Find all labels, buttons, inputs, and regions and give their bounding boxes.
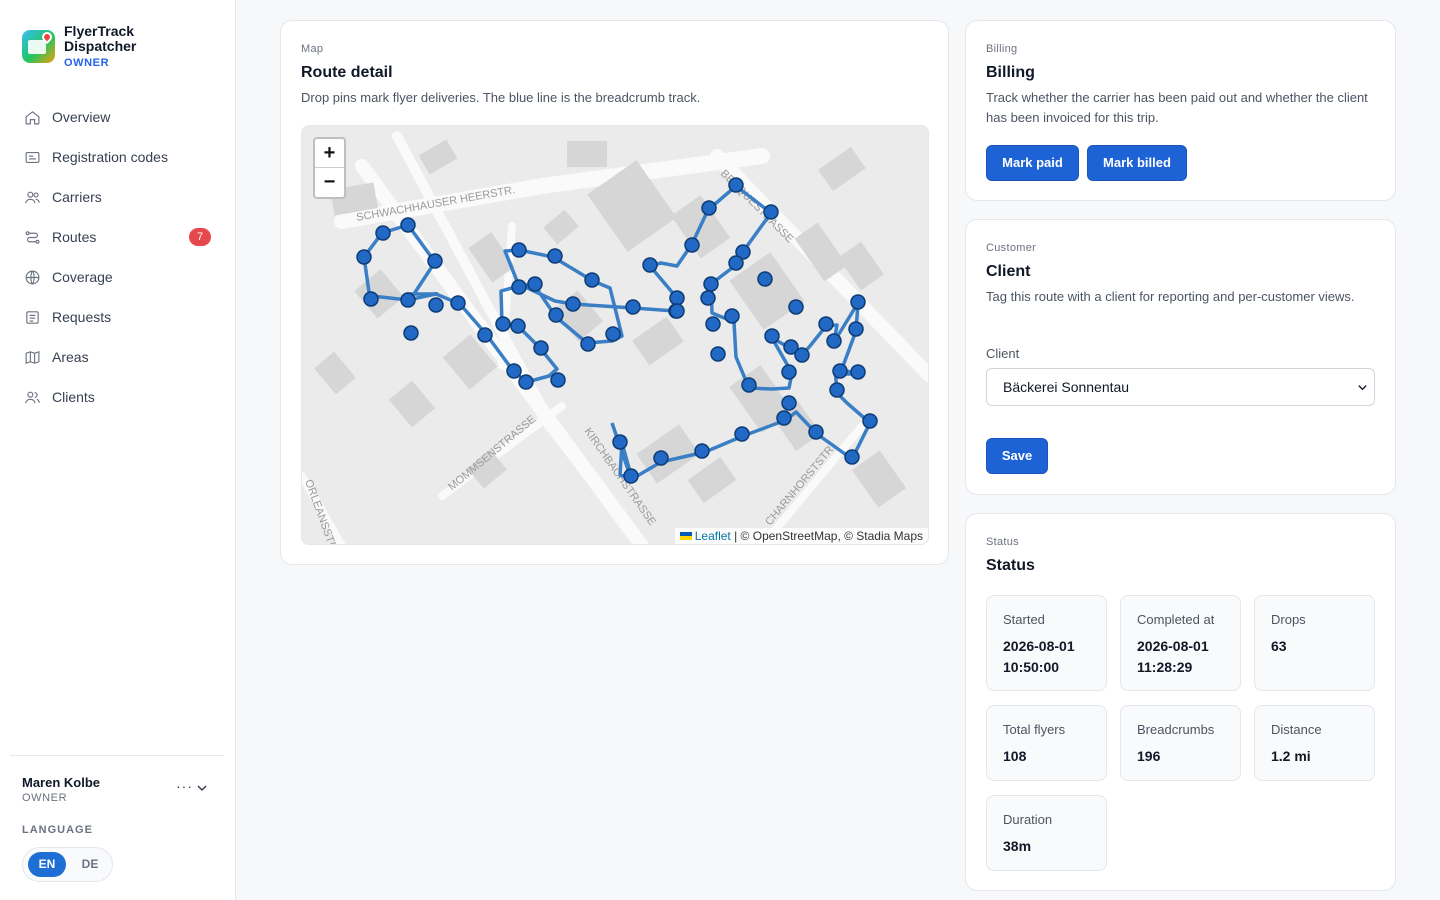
map-icon	[25, 350, 40, 364]
document-icon	[26, 310, 39, 324]
stat-value: 196	[1137, 748, 1161, 764]
client-select-value: Bäckerei Sonnentau	[1003, 379, 1130, 395]
sidebar-item-label: Registration codes	[52, 149, 168, 165]
sidebar-item-label: Coverage	[52, 269, 113, 285]
zoom-out-button[interactable]: −	[315, 168, 344, 197]
map-attribution: Leaflet | © OpenStreetMap, © Stadia Maps	[674, 528, 928, 544]
sidebar-item-requests[interactable]: Requests	[12, 297, 224, 337]
sidebar-item-clients[interactable]: Clients	[12, 377, 224, 417]
sidebar-item-label: Overview	[52, 109, 111, 125]
zoom-in-button[interactable]: +	[315, 139, 344, 168]
attribution-text: | © OpenStreetMap, © Stadia Maps	[734, 529, 923, 543]
card-title: Route detail	[301, 64, 393, 81]
card-eyebrow: Map	[301, 43, 324, 55]
main-nav: Overview Registration codes Carriers Rou…	[12, 97, 224, 417]
stat-value: 2026-08-01 10:50:00	[1003, 638, 1075, 675]
leaflet-link[interactable]: Leaflet	[695, 529, 731, 543]
routes-count-badge: 7	[189, 228, 211, 246]
user-name: Maren Kolbe	[22, 775, 101, 790]
stat-label: Started	[1003, 612, 1045, 627]
card-description: Track whether the carrier has been paid …	[986, 90, 1368, 125]
globe-icon	[25, 270, 40, 284]
stat-value: 108	[1003, 748, 1027, 764]
language-en-button[interactable]: EN	[28, 852, 66, 877]
zoom-control: + −	[313, 137, 346, 199]
card-title: Client	[986, 263, 1031, 280]
user-role: OWNER	[22, 792, 68, 804]
card-eyebrow: Customer	[986, 242, 1037, 254]
client-field-label: Client	[986, 346, 1020, 361]
stat-total-flyers: Total flyers 108	[986, 705, 1107, 781]
stat-duration: Duration 38m	[986, 795, 1107, 871]
route-icon	[25, 230, 40, 244]
route-map[interactable]: SCHWACHHAUSER HEERSTR. MOMMSENSTRASSE KI…	[301, 125, 929, 545]
map-tiles: SCHWACHHAUSER HEERSTR. MOMMSENSTRASSE KI…	[302, 126, 928, 544]
card-description: Tag this route with a client for reporti…	[986, 289, 1355, 304]
ukraine-flag-icon	[679, 532, 692, 540]
sidebar-item-overview[interactable]: Overview	[12, 97, 224, 137]
route-detail-card: Map Route detail Drop pins mark flyer de…	[280, 20, 949, 565]
sidebar-item-coverage[interactable]: Coverage	[12, 257, 224, 297]
chevron-down-icon[interactable]	[196, 782, 208, 794]
clients-icon	[25, 391, 40, 403]
stat-label: Breadcrumbs	[1137, 722, 1215, 737]
stat-label: Completed at	[1137, 612, 1215, 627]
sidebar-item-label: Requests	[52, 309, 112, 325]
sidebar-item-areas[interactable]: Areas	[12, 337, 224, 377]
stat-breadcrumbs: Breadcrumbs 196	[1120, 705, 1241, 781]
save-button[interactable]: Save	[986, 438, 1048, 474]
stat-label: Duration	[1003, 812, 1053, 827]
stat-label: Distance	[1271, 722, 1322, 737]
users-icon	[25, 191, 40, 203]
more-options-button[interactable]: ···	[176, 778, 193, 794]
client-card: Customer Client Tag this route with a cl…	[965, 219, 1396, 495]
status-card: Status Status Started 2026-08-01 10:50:0…	[965, 513, 1396, 891]
sidebar-item-routes[interactable]: Routes 7	[12, 217, 224, 257]
language-toggle: EN DE	[22, 847, 113, 882]
sidebar-item-label: Routes	[52, 229, 97, 245]
stat-value: 63	[1271, 638, 1287, 654]
card-eyebrow: Status	[986, 536, 1019, 548]
sidebar-item-label: Carriers	[52, 189, 102, 205]
stat-drops: Drops 63	[1254, 595, 1375, 691]
mark-billed-button[interactable]: Mark billed	[1087, 145, 1187, 181]
sidebar-item-carriers[interactable]: Carriers	[12, 177, 224, 217]
stat-value: 1.2 mi	[1271, 748, 1311, 764]
card-eyebrow: Billing	[986, 43, 1018, 55]
stat-value: 2026-08-01 11:28:29	[1137, 638, 1209, 675]
billing-card: Billing Billing Track whether the carrie…	[965, 20, 1396, 201]
stat-started: Started 2026-08-01 10:50:00	[986, 595, 1107, 691]
card-title: Status	[986, 557, 1035, 574]
sidebar-item-label: Areas	[52, 349, 89, 365]
chevron-down-icon	[1358, 385, 1367, 391]
sidebar-item-registration-codes[interactable]: Registration codes	[12, 137, 224, 177]
role-label: OWNER	[64, 57, 110, 69]
id-card-icon	[25, 151, 40, 163]
stat-completed-at: Completed at 2026-08-01 11:28:29	[1120, 595, 1241, 691]
stat-distance: Distance 1.2 mi	[1254, 705, 1375, 781]
stat-label: Drops	[1271, 612, 1306, 627]
sidebar-item-label: Clients	[52, 389, 95, 405]
stat-label: Total flyers	[1003, 722, 1066, 737]
app-logo-icon	[22, 29, 55, 63]
user-panel: Maren Kolbe OWNER ··· LANGUAGE EN DE	[10, 755, 224, 882]
brand[interactable]: FlyerTrack Dispatcher OWNER	[22, 24, 156, 69]
language-de-button[interactable]: DE	[71, 852, 109, 877]
client-select[interactable]: Bäckerei Sonnentau	[986, 368, 1375, 406]
card-title: Billing	[986, 64, 1035, 81]
stat-value: 38m	[1003, 838, 1032, 854]
sidebar: FlyerTrack Dispatcher OWNER Overview Reg…	[0, 0, 236, 900]
mark-paid-button[interactable]: Mark paid	[986, 145, 1079, 181]
home-icon	[25, 110, 40, 124]
card-description: Drop pins mark flyer deliveries. The blu…	[301, 90, 701, 105]
language-label: LANGUAGE	[22, 824, 93, 836]
app-name: FlyerTrack Dispatcher	[64, 23, 137, 54]
